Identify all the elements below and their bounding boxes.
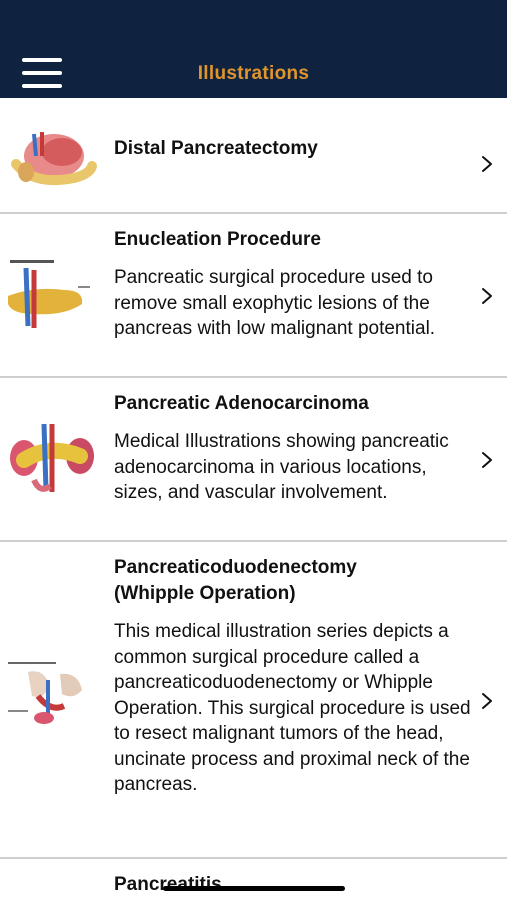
distal-pancreatectomy-illustration-icon: [11, 132, 97, 186]
item-title: Pancreaticoduodenectomy (Whipple Operati…: [114, 557, 357, 604]
chevron-right-icon: [482, 156, 492, 172]
item-title: Pancreatic Adenocarcinoma: [114, 393, 369, 414]
whipple-illustration-icon: [8, 662, 82, 724]
item-description: This medical illustration series depicts…: [114, 621, 471, 795]
list-item-pancreaticoduodenectomy[interactable]: Pancreaticoduodenectomy (Whipple Operati…: [0, 542, 507, 859]
nav-bar: Illustrations: [0, 0, 507, 98]
list-item-pancreatic-adenocarcinoma[interactable]: Pancreatic Adenocarcinoma Medical Illust…: [0, 378, 507, 542]
chevron-right-icon: [482, 693, 492, 709]
list-item-distal-pancreatectomy[interactable]: Distal Pancreatectomy: [0, 98, 507, 214]
chevron-right-icon: [482, 452, 492, 468]
enucleation-illustration-icon: [8, 260, 90, 328]
adenocarcinoma-illustration-icon: [10, 423, 94, 492]
list-item-enucleation-procedure[interactable]: Enucleation Procedure Pancreatic surgica…: [0, 214, 507, 378]
item-title: Enucleation Procedure: [114, 229, 321, 250]
item-title: Pancreatitis: [114, 874, 222, 895]
item-description: Pancreatic surgical procedure used to re…: [114, 267, 436, 339]
hamburger-menu-icon: [22, 58, 62, 62]
home-indicator[interactable]: [163, 886, 345, 891]
item-title: Distal Pancreatectomy: [114, 138, 318, 159]
chevron-right-icon: [482, 288, 492, 304]
page-title: Illustrations: [197, 63, 310, 84]
item-description: Medical Illustrations showing pancreatic…: [114, 431, 449, 503]
illustration-list: Distal Pancreatectomy Enucleation Proced…: [0, 98, 507, 919]
